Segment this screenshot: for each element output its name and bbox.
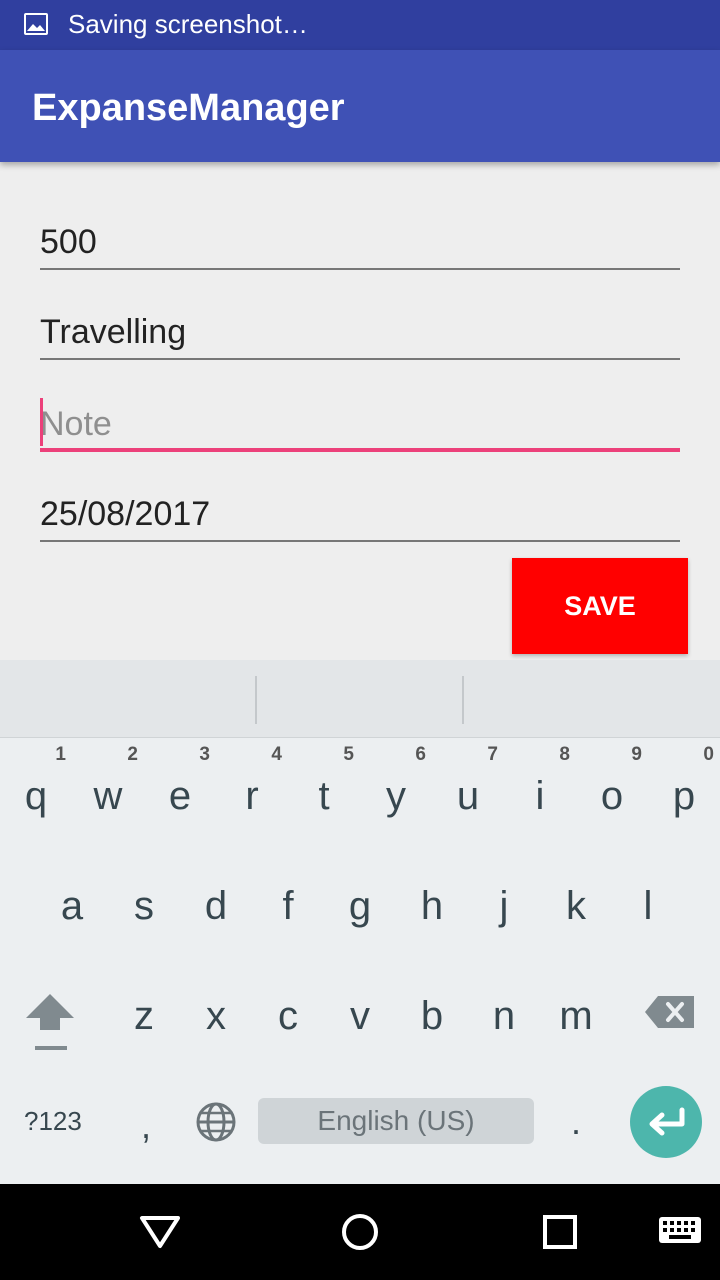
- key-l[interactable]: l: [612, 884, 684, 928]
- shift-key[interactable]: [22, 990, 78, 1054]
- key-b[interactable]: b: [396, 994, 468, 1038]
- key-p[interactable]: 0p: [648, 744, 720, 818]
- back-button[interactable]: [138, 1212, 182, 1257]
- key-f[interactable]: f: [252, 884, 324, 928]
- backspace-key[interactable]: [644, 994, 696, 1030]
- date-value: 25/08/2017: [40, 495, 211, 533]
- key-m[interactable]: m: [540, 994, 612, 1038]
- category-field[interactable]: Travelling: [40, 300, 680, 360]
- keyboard-switch-button[interactable]: [658, 1216, 702, 1253]
- key-x[interactable]: x: [180, 994, 252, 1038]
- note-placeholder: Note: [40, 405, 112, 443]
- key-u[interactable]: 7u: [432, 744, 504, 818]
- date-underline: [40, 540, 680, 542]
- home-button[interactable]: [340, 1212, 380, 1257]
- save-button[interactable]: SAVE: [512, 558, 688, 654]
- shift-icon: [26, 994, 74, 1050]
- key-y[interactable]: 6y: [360, 744, 432, 818]
- suggestion-divider: [462, 676, 464, 724]
- key-t[interactable]: 5t: [288, 744, 360, 818]
- space-key[interactable]: English (US): [258, 1098, 534, 1144]
- status-bar: Saving screenshot…: [0, 0, 720, 50]
- suggestion-strip: [0, 660, 720, 738]
- text-cursor: [40, 398, 43, 446]
- key-q[interactable]: 1q: [0, 744, 72, 818]
- key-d[interactable]: d: [180, 884, 252, 928]
- keyboard-icon: [659, 1217, 701, 1243]
- home-circle-icon: [342, 1214, 378, 1250]
- key-h[interactable]: h: [396, 884, 468, 928]
- date-field[interactable]: 25/08/2017: [40, 482, 680, 542]
- key-i[interactable]: 8i: [504, 744, 576, 818]
- amount-value: 500: [40, 223, 97, 261]
- key-s[interactable]: s: [108, 884, 180, 928]
- key-o[interactable]: 9o: [576, 744, 648, 818]
- key-a[interactable]: a: [36, 884, 108, 928]
- key-z[interactable]: z: [108, 994, 180, 1038]
- symbols-key[interactable]: ?123: [24, 1106, 82, 1136]
- key-w[interactable]: 2w: [72, 744, 144, 818]
- category-value: Travelling: [40, 313, 187, 351]
- amount-underline: [40, 268, 680, 270]
- recents-button[interactable]: [540, 1212, 580, 1257]
- enter-key[interactable]: [630, 1086, 702, 1158]
- globe-icon: [196, 1102, 236, 1142]
- note-field[interactable]: Note: [40, 392, 680, 452]
- period-key[interactable]: .: [566, 1102, 586, 1142]
- suggestion-divider: [255, 676, 257, 724]
- key-v[interactable]: v: [324, 994, 396, 1038]
- key-j[interactable]: j: [468, 884, 540, 928]
- navigation-bar: [0, 1184, 720, 1280]
- comma-key[interactable]: ,: [136, 1106, 156, 1146]
- key-r[interactable]: 4r: [216, 744, 288, 818]
- image-icon: [24, 13, 48, 35]
- key-e[interactable]: 3e: [144, 744, 216, 818]
- recents-square-icon: [543, 1215, 577, 1249]
- back-triangle-icon: [140, 1216, 180, 1248]
- key-k[interactable]: k: [540, 884, 612, 928]
- keyboard: 1q 2w 3e 4r 5t 6y 7u 8i 9o 0p a s d f g …: [0, 738, 720, 1184]
- status-text: Saving screenshot…: [68, 9, 308, 39]
- language-key[interactable]: [194, 1100, 238, 1144]
- key-g[interactable]: g: [324, 884, 396, 928]
- backspace-icon: [645, 996, 694, 1028]
- key-n[interactable]: n: [468, 994, 540, 1038]
- key-c[interactable]: c: [252, 994, 324, 1038]
- app-bar: ExpanseManager: [0, 50, 720, 162]
- note-underline: [40, 448, 680, 452]
- amount-field[interactable]: 500: [40, 210, 680, 270]
- app-title: ExpanseManager: [32, 87, 345, 129]
- enter-icon: [649, 1107, 685, 1136]
- category-underline: [40, 358, 680, 360]
